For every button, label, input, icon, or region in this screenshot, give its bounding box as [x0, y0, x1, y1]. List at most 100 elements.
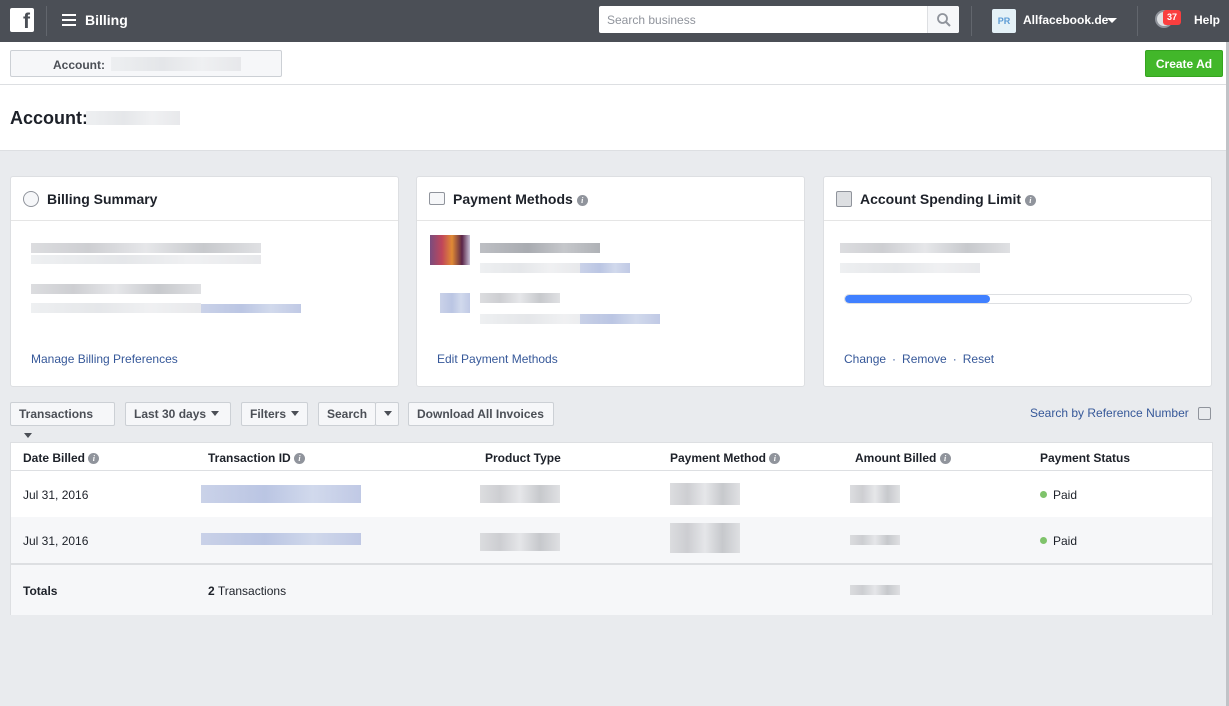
info-icon[interactable]: i	[1024, 195, 1036, 206]
spending-limit-actions: Change · Remove · Reset	[844, 352, 994, 366]
totals-count-number: 2	[208, 584, 215, 598]
search-business-input[interactable]	[599, 6, 927, 33]
date-billed-cell: Jul 31, 2016	[23, 534, 89, 548]
column-header-label: Transaction ID	[208, 451, 291, 465]
transactions-table: Date Billed i Transaction ID i Product T…	[10, 442, 1213, 615]
search-button[interactable]	[927, 6, 959, 33]
change-limit-link[interactable]: Change	[844, 352, 886, 366]
redacted-account-name	[111, 57, 241, 71]
totals-count-suffix: Transactions	[217, 584, 287, 598]
totals-count: 2 Transactions	[208, 584, 286, 598]
export-icon[interactable]	[1198, 407, 1211, 420]
card-header: Payment Methods i	[417, 177, 804, 221]
redacted-total-amount	[850, 585, 900, 595]
payment-status-label: Paid	[1053, 534, 1078, 548]
redacted-account-id	[86, 111, 180, 125]
remove-limit-link[interactable]: Remove	[902, 352, 947, 366]
redacted-amount	[850, 535, 900, 545]
search-by-reference-link[interactable]: Search by Reference Number	[1030, 406, 1189, 420]
topbar-divider	[46, 6, 47, 36]
table-row[interactable]: Jul 31, 2016 Paid	[11, 517, 1212, 563]
account-selector[interactable]: Account:	[10, 50, 282, 77]
info-icon[interactable]: i	[939, 453, 951, 464]
facebook-logo-icon[interactable]: f	[10, 8, 34, 33]
column-header[interactable]: Date Billed i	[23, 451, 100, 465]
info-icon[interactable]: i	[769, 453, 781, 464]
business-avatar[interactable]: PR	[992, 9, 1016, 33]
redacted-text	[840, 263, 980, 273]
edit-payment-methods-link[interactable]: Edit Payment Methods	[437, 352, 558, 366]
info-icon[interactable]: i	[88, 453, 100, 464]
column-header[interactable]: Payment Status	[1040, 451, 1130, 465]
card-brand-icon	[430, 235, 470, 265]
redacted-text	[31, 284, 201, 294]
table-header: Date Billed i Transaction ID i Product T…	[11, 443, 1212, 471]
date-billed-cell: Jul 31, 2016	[23, 488, 89, 502]
card-header: Account Spending Limit i	[824, 177, 1211, 221]
redacted-text	[480, 243, 600, 253]
line-chart-icon	[836, 191, 852, 207]
download-all-invoices-button[interactable]: Download All Invoices	[408, 402, 554, 426]
column-header-label: Date Billed	[23, 451, 86, 465]
billing-summary-card: Billing Summary Manage Billing Preferenc…	[10, 176, 399, 387]
chevron-down-icon	[291, 411, 300, 416]
topbar-divider	[1137, 6, 1138, 36]
search-label: Search	[327, 407, 368, 421]
topbar-divider	[971, 6, 972, 36]
status-dot-icon	[1040, 491, 1047, 498]
table-row[interactable]: Jul 31, 2016 Paid	[11, 471, 1212, 517]
column-header[interactable]: Product Type	[485, 451, 561, 465]
search-options-dropdown[interactable]	[375, 402, 399, 426]
payment-methods-card: Payment Methods i Edit Payment Methods	[416, 176, 805, 387]
account-bar: Account: Create Ad	[0, 42, 1229, 85]
totals-label: Totals	[23, 584, 58, 598]
payment-status-cell: Paid	[1040, 534, 1077, 548]
search-icon	[937, 13, 951, 27]
info-icon[interactable]: i	[294, 453, 306, 464]
card-brand-icon	[440, 293, 470, 313]
redacted-text	[31, 303, 201, 313]
create-ad-button[interactable]: Create Ad	[1145, 50, 1223, 77]
search-transactions-button[interactable]: Search	[318, 402, 376, 426]
spending-progress-bar	[844, 294, 1192, 304]
page-title: Account:	[10, 108, 88, 128]
date-range-dropdown[interactable]: Last 30 days	[125, 402, 231, 426]
redacted-product-type	[480, 485, 560, 503]
business-name[interactable]: Allfacebook.de	[1023, 13, 1108, 27]
payment-status-cell: Paid	[1040, 488, 1077, 502]
column-header[interactable]: Amount Billed i	[855, 451, 951, 465]
search-business-box	[599, 6, 959, 33]
status-dot-icon	[1040, 537, 1047, 544]
card-title-text: Account Spending Limit	[860, 191, 1021, 207]
credit-card-icon	[429, 192, 445, 205]
redacted-text	[31, 255, 261, 264]
redacted-transaction-id[interactable]	[201, 485, 361, 503]
spending-progress-fill	[845, 295, 991, 303]
separator-dot: ·	[952, 352, 957, 366]
separator-dot: ·	[892, 352, 897, 366]
redacted-text	[31, 243, 261, 253]
column-header[interactable]: Payment Method i	[670, 451, 781, 465]
page-section-title[interactable]: Billing	[85, 12, 128, 28]
filters-dropdown[interactable]: Filters	[241, 402, 308, 426]
redacted-transaction-id[interactable]	[201, 533, 361, 545]
card-header: Billing Summary	[11, 177, 398, 221]
transactions-label: Transactions	[19, 407, 94, 421]
info-icon[interactable]: i	[576, 195, 588, 206]
filters-label: Filters	[250, 407, 287, 421]
payment-status-label: Paid	[1053, 488, 1078, 502]
manage-billing-preferences-link[interactable]: Manage Billing Preferences	[31, 352, 178, 366]
redacted-text	[480, 293, 560, 303]
account-spending-limit-card: Account Spending Limit i Change · Remove · R…	[823, 176, 1212, 387]
reset-limit-link[interactable]: Reset	[963, 352, 994, 366]
redacted-link	[580, 314, 660, 324]
menu-icon[interactable]	[62, 14, 76, 26]
chevron-down-icon[interactable]	[1107, 18, 1117, 23]
transactions-dropdown[interactable]: Transactions	[10, 402, 115, 438]
card-title-text: Payment Methods	[453, 191, 573, 207]
pie-chart-icon	[23, 191, 39, 207]
column-header-label: Payment Status	[1040, 451, 1131, 465]
column-header[interactable]: Transaction ID i	[208, 451, 306, 465]
help-link[interactable]: Help	[1194, 13, 1220, 27]
account-selector-label: Account:	[53, 58, 105, 72]
